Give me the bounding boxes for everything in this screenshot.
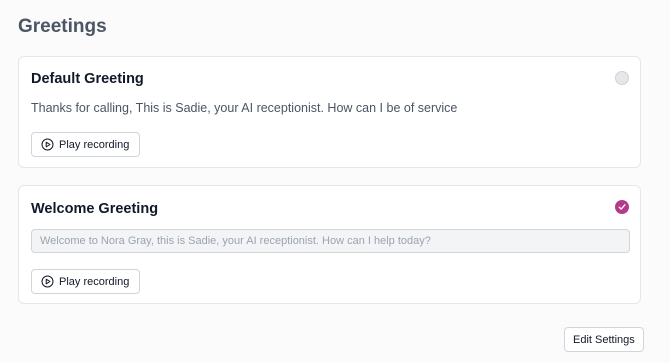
default-play-recording-button[interactable]: Play recording <box>31 132 141 157</box>
page-title: Greetings <box>18 16 107 37</box>
play-circle-icon <box>41 138 54 151</box>
default-greeting-message: Thanks for calling, This is Sadie, your … <box>31 101 458 115</box>
default-play-recording-label: Play recording <box>59 138 130 151</box>
welcome-greeting-radio[interactable] <box>615 200 629 214</box>
welcome-play-recording-label: Play recording <box>59 275 130 288</box>
default-greeting-card: Default Greeting Thanks for calling, Thi… <box>18 56 641 168</box>
edit-settings-button[interactable]: Edit Settings <box>564 327 644 352</box>
welcome-greeting-card: Welcome Greeting Play recording <box>18 185 641 304</box>
check-icon <box>618 203 626 211</box>
welcome-play-recording-button[interactable]: Play recording <box>31 269 141 294</box>
welcome-greeting-title: Welcome Greeting <box>31 201 159 217</box>
default-greeting-title: Default Greeting <box>31 71 144 87</box>
welcome-greeting-input[interactable] <box>31 229 630 253</box>
play-circle-icon <box>41 275 54 288</box>
default-greeting-radio[interactable] <box>615 71 629 85</box>
